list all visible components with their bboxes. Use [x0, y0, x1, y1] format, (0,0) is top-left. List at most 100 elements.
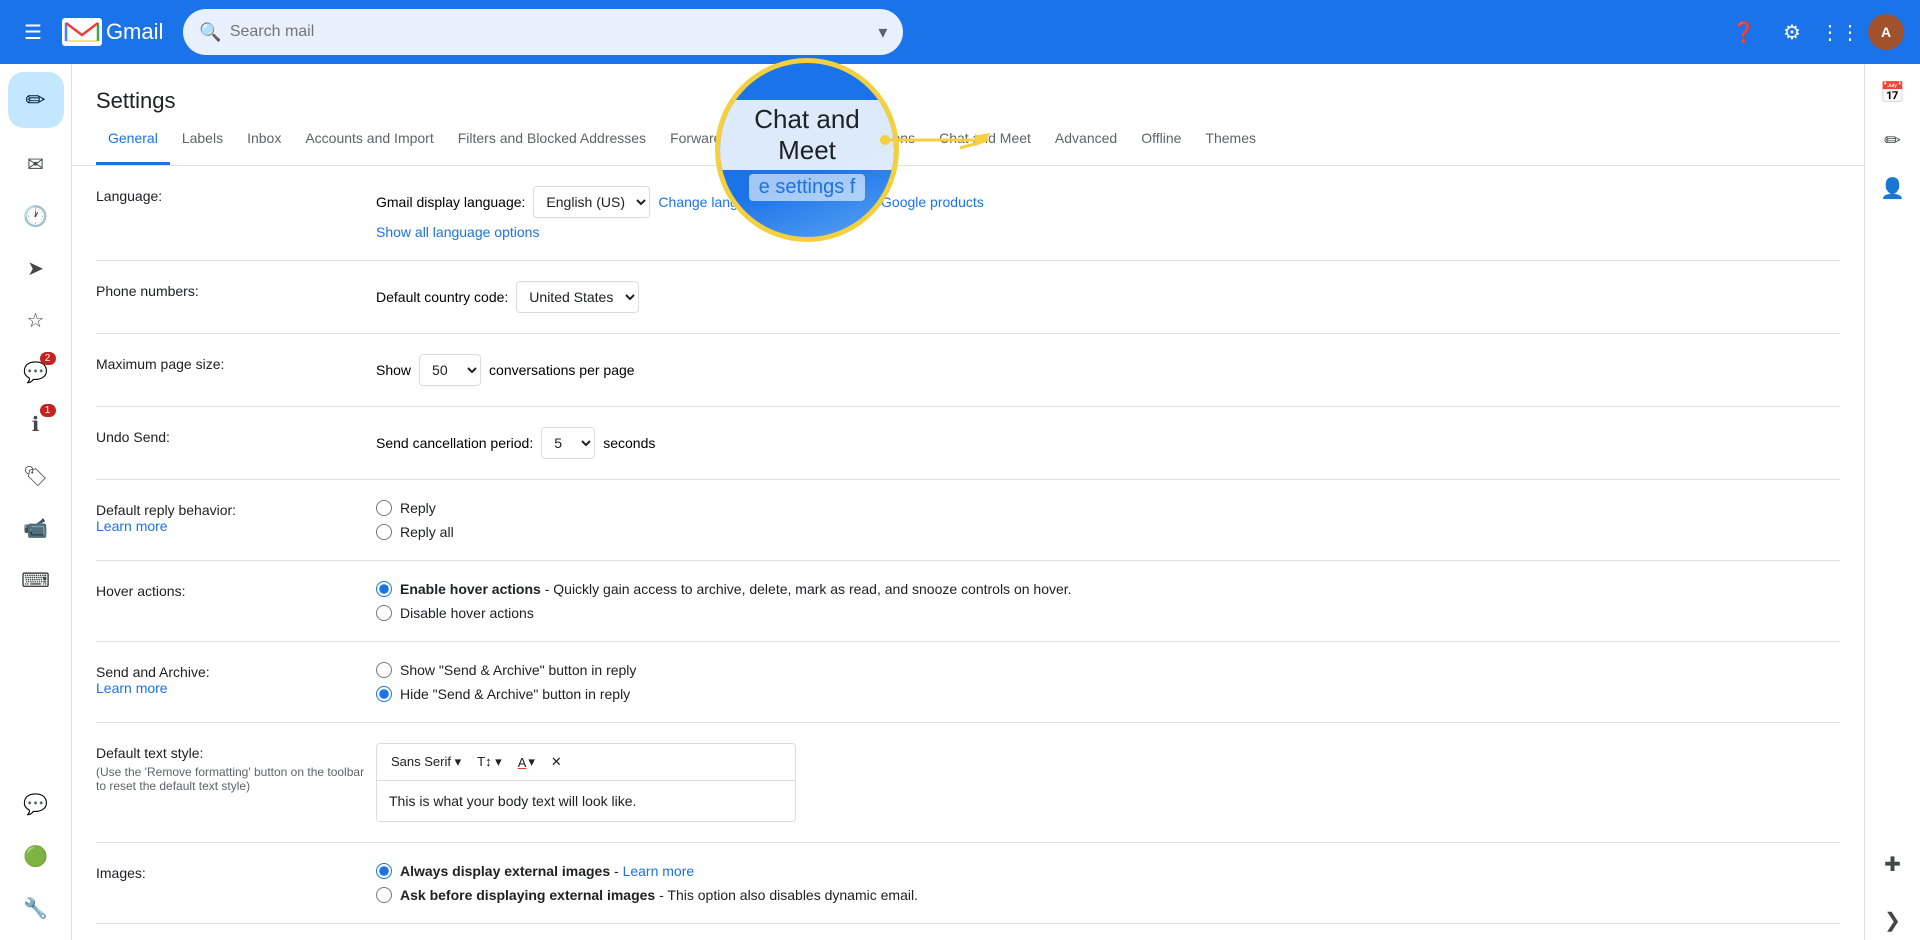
search-input[interactable]	[230, 23, 871, 41]
tab-offline[interactable]: Offline	[1129, 114, 1193, 165]
sidebar-icon-addon[interactable]: 🟢	[12, 832, 60, 880]
tab-themes[interactable]: Themes	[1193, 114, 1268, 165]
country-select[interactable]: United States	[516, 281, 639, 313]
chat-badge: 2	[40, 352, 56, 365]
send-cancellation-label: Send cancellation period:	[376, 435, 533, 451]
tab-labels[interactable]: Labels	[170, 114, 235, 165]
text-style-box: Sans Serif ▾ T↕ ▾ A ▾ ✕ This is what you…	[376, 743, 796, 822]
tab-accounts-import[interactable]: Accounts and Import	[293, 114, 445, 165]
top-bar: ☰ Gmail 🔍 ▾ ❓ ⚙ ⋮⋮ A	[0, 0, 1920, 64]
sidebar-icon-tool[interactable]: 🔧	[12, 884, 60, 932]
send-archive-radio-group: Show "Send & Archive" button in reply Hi…	[376, 662, 1840, 702]
images-learn-more[interactable]: Learn more	[623, 863, 695, 879]
right-sidebar-expand-icon[interactable]: ❯	[1873, 900, 1913, 940]
tab-general[interactable]: General	[96, 114, 170, 165]
send-archive-setting: Send and Archive: Learn more Show "Send …	[96, 642, 1840, 723]
top-right-actions: ❓ ⚙ ⋮⋮ A	[1724, 12, 1904, 52]
enable-hover-option[interactable]: Enable hover actions - Quickly gain acce…	[376, 581, 1840, 597]
tab-inbox[interactable]: Inbox	[235, 114, 293, 165]
show-send-archive-option[interactable]: Show "Send & Archive" button in reply	[376, 662, 1840, 678]
search-icon: 🔍	[199, 22, 221, 43]
hamburger-icon[interactable]: ☰	[16, 12, 50, 53]
always-display-radio[interactable]	[376, 863, 392, 879]
settings-button[interactable]: ⚙	[1772, 12, 1812, 52]
show-send-archive-label: Show "Send & Archive" button in reply	[400, 662, 636, 678]
sidebar-icon-mail[interactable]: ✉	[12, 140, 60, 188]
sidebar-icon-info[interactable]: ℹ 1	[12, 400, 60, 448]
tab-advanced[interactable]: Advanced	[1043, 114, 1129, 165]
right-sidebar-user-icon[interactable]: 👤	[1873, 168, 1913, 208]
font-color-button[interactable]: A ▾	[512, 750, 541, 774]
tab-filters-blocked[interactable]: Filters and Blocked Addresses	[446, 114, 658, 165]
right-sidebar-add-icon[interactable]: ✚	[1873, 844, 1913, 884]
info-badge: 1	[40, 404, 56, 417]
tab-addons[interactable]: Add-ons	[851, 114, 927, 165]
language-select[interactable]: English (US)	[533, 186, 650, 218]
sidebar-icon-tag[interactable]: 🏷	[12, 452, 60, 500]
reply-radio[interactable]	[376, 500, 392, 516]
settings-tabs: General Labels Inbox Accounts and Import…	[72, 114, 1864, 166]
ask-before-display-label: Ask before displaying external images - …	[400, 887, 918, 903]
default-reply-learn-more[interactable]: Learn more	[96, 518, 168, 534]
sidebar-icon-video[interactable]: 📹	[12, 504, 60, 552]
avatar[interactable]: A	[1868, 14, 1904, 50]
default-text-style-label: Default text style: (Use the 'Remove for…	[96, 743, 376, 793]
help-button[interactable]: ❓	[1724, 12, 1764, 52]
reply-all-option[interactable]: Reply all	[376, 524, 1840, 540]
tab-chat-meet[interactable]: Chat and Meet	[927, 114, 1043, 165]
remove-formatting-button[interactable]: ✕	[545, 750, 568, 774]
tab-forwarding-pop[interactable]: Forwarding and POP/IMAP	[658, 114, 851, 165]
page-size-control: Show 10 15 20 25 50 100 conversations pe…	[376, 354, 1840, 386]
seconds-label: seconds	[603, 435, 655, 451]
cancellation-period-select[interactable]: 5 10 20 30	[541, 427, 595, 459]
send-archive-learn-more[interactable]: Learn more	[96, 680, 168, 696]
font-size-button[interactable]: T↕ ▾	[471, 750, 508, 774]
hide-send-archive-radio[interactable]	[376, 686, 392, 702]
always-display-option[interactable]: Always display external images - Learn m…	[376, 863, 1840, 879]
sidebar-icon-bookmark[interactable]: ☆	[12, 296, 60, 344]
page-size-label: Maximum page size:	[96, 354, 376, 372]
sidebar-icon-chat[interactable]: 💬 2	[12, 348, 60, 396]
show-send-archive-radio[interactable]	[376, 662, 392, 678]
reply-option[interactable]: Reply	[376, 500, 1840, 516]
ask-before-display-radio[interactable]	[376, 887, 392, 903]
right-sidebar-edit-icon[interactable]: ✏	[1873, 120, 1913, 160]
hover-actions-control: Enable hover actions - Quickly gain acce…	[376, 581, 1840, 621]
reply-all-radio[interactable]	[376, 524, 392, 540]
always-display-label: Always display external images - Learn m…	[400, 863, 694, 879]
change-language-link[interactable]: Change language settings for other Googl…	[658, 194, 983, 210]
sidebar-icon-keyboard[interactable]: ⌨	[12, 556, 60, 604]
gmail-logo: Gmail	[62, 18, 163, 46]
sidebar-icon-feedback[interactable]: 💬	[12, 780, 60, 828]
hover-actions-setting: Hover actions: Enable hover actions - Qu…	[96, 561, 1840, 642]
gmail-logo-icon	[62, 18, 102, 46]
compose-button[interactable]: ✏	[8, 72, 64, 128]
language-setting: Language: Gmail display language: Englis…	[96, 166, 1840, 261]
hide-send-archive-option[interactable]: Hide "Send & Archive" button in reply	[376, 686, 1840, 702]
main-layout: ✏ ✉ 🕐 ➤ ☆ 💬 2 ℹ 1 🏷 📹 ⌨ 💬 🟢 🔧 Settings G…	[0, 64, 1920, 940]
undo-send-control: Send cancellation period: 5 10 20 30 sec…	[376, 427, 1840, 459]
undo-send-setting: Undo Send: Send cancellation period: 5 1…	[96, 407, 1840, 480]
sidebar-icon-clock[interactable]: 🕐	[12, 192, 60, 240]
default-reply-control: Reply Reply all	[376, 500, 1840, 540]
text-toolbar: Sans Serif ▾ T↕ ▾ A ▾ ✕	[377, 744, 795, 781]
enable-hover-radio[interactable]	[376, 581, 392, 597]
search-dropdown-icon[interactable]: ▾	[878, 22, 887, 43]
apps-button[interactable]: ⋮⋮	[1820, 12, 1860, 52]
disable-hover-option[interactable]: Disable hover actions	[376, 605, 1840, 621]
reply-label: Reply	[400, 500, 436, 516]
right-sidebar-calendar-icon[interactable]: 📅	[1873, 72, 1913, 112]
phone-numbers-control: Default country code: United States	[376, 281, 1840, 313]
default-reply-setting: Default reply behavior: Learn more Reply…	[96, 480, 1840, 561]
show-label: Show	[376, 362, 411, 378]
sidebar-icon-send[interactable]: ➤	[12, 244, 60, 292]
show-all-languages-link[interactable]: Show all language options	[376, 224, 539, 240]
default-text-style-control: Sans Serif ▾ T↕ ▾ A ▾ ✕ This is what you…	[376, 743, 1840, 822]
disable-hover-radio[interactable]	[376, 605, 392, 621]
ask-before-display-option[interactable]: Ask before displaying external images - …	[376, 887, 1840, 903]
undo-send-label: Undo Send:	[96, 427, 376, 445]
display-language-label: Gmail display language:	[376, 194, 525, 210]
images-control: Always display external images - Learn m…	[376, 863, 1840, 903]
font-family-button[interactable]: Sans Serif ▾	[385, 750, 467, 774]
page-size-select[interactable]: 10 15 20 25 50 100	[419, 354, 481, 386]
